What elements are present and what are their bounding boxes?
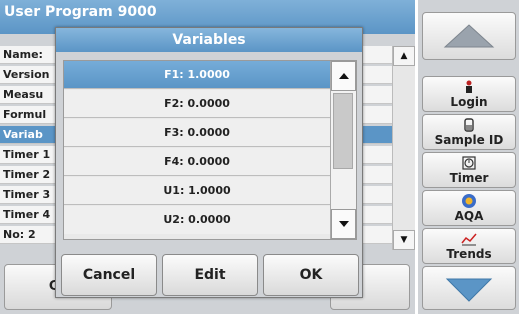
up-arrow-icon xyxy=(443,24,495,48)
variable-item-f2[interactable]: F2: 0.0000 xyxy=(64,90,330,118)
sample-vial-icon xyxy=(423,117,515,133)
nav-up-button[interactable] xyxy=(422,12,516,60)
aqa-label: AQA xyxy=(454,209,484,223)
ok-button[interactable]: OK xyxy=(263,254,359,296)
nav-down-button[interactable] xyxy=(422,266,516,310)
variable-item-f3[interactable]: F3: 0.0000 xyxy=(64,119,330,147)
person-icon xyxy=(423,79,515,95)
caret-down-icon xyxy=(338,221,349,227)
login-button[interactable]: Login xyxy=(422,76,516,112)
scroll-down-icon[interactable]: ▼ xyxy=(393,230,415,250)
aqa-icon xyxy=(423,193,515,209)
scrollbar-thumb[interactable] xyxy=(333,93,353,169)
timer-button[interactable]: Timer xyxy=(422,152,516,188)
variables-scrollbar[interactable] xyxy=(330,61,356,239)
aqa-button[interactable]: AQA xyxy=(422,190,516,226)
list-scroll-up-button[interactable] xyxy=(331,61,356,91)
right-toolbar: Login Sample ID Timer AQA Trends xyxy=(418,0,519,314)
dialog-title: Variables xyxy=(56,28,362,52)
timer-label: Timer xyxy=(449,171,489,185)
variable-item-f1[interactable]: F1: 1.0000 xyxy=(64,61,330,89)
sample-id-button[interactable]: Sample ID xyxy=(422,114,516,150)
variable-item-u1[interactable]: U1: 1.0000 xyxy=(64,177,330,205)
timer-icon xyxy=(423,155,515,171)
trends-button[interactable]: Trends xyxy=(422,228,516,264)
variables-list: F1: 1.0000 F2: 0.0000 F3: 0.0000 F4: 0.0… xyxy=(63,60,357,240)
login-label: Login xyxy=(450,95,488,109)
edit-button[interactable]: Edit xyxy=(162,254,258,296)
variables-dialog: Variables F1: 1.0000 F2: 0.0000 F3: 0.00… xyxy=(55,27,363,298)
variable-item-u2[interactable]: U2: 0.0000 xyxy=(64,206,330,234)
trends-chart-icon xyxy=(423,231,515,247)
list-scroll-down-button[interactable] xyxy=(331,209,356,239)
down-arrow-icon xyxy=(445,278,493,302)
program-scrollbar[interactable]: ▲ ▼ xyxy=(392,46,415,250)
cancel-button[interactable]: Cancel xyxy=(61,254,157,296)
scroll-up-icon[interactable]: ▲ xyxy=(393,46,415,66)
caret-up-icon xyxy=(338,73,349,79)
trends-label: Trends xyxy=(446,247,492,261)
sample-id-label: Sample ID xyxy=(434,133,504,147)
variable-item-f4[interactable]: F4: 0.0000 xyxy=(64,148,330,176)
